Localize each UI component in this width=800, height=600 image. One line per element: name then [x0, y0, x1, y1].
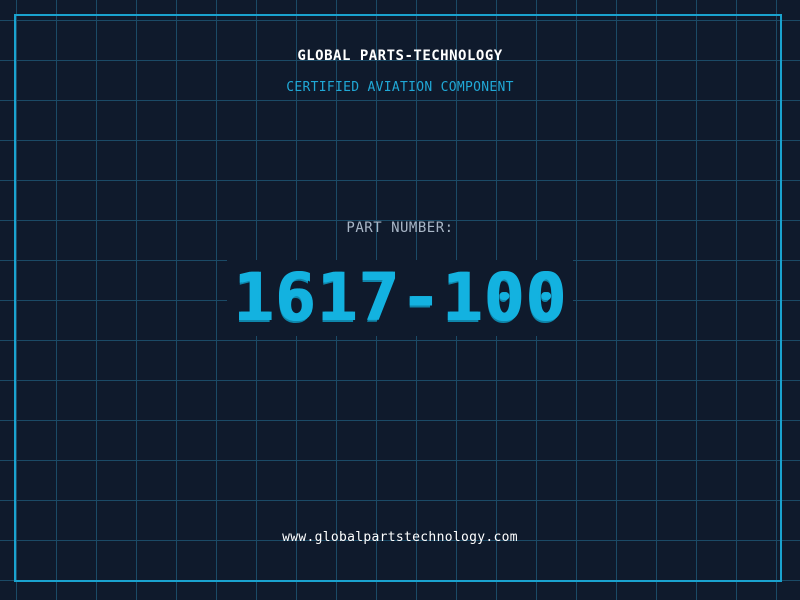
part-number-container: 1617-100 [0, 258, 800, 338]
part-label-card: GLOBAL PARTS-TECHNOLOGY CERTIFIED AVIATI… [0, 0, 800, 600]
website-link[interactable]: www.globalpartstechnology.com [0, 530, 800, 545]
brand-title: GLOBAL PARTS-TECHNOLOGY [297, 48, 503, 64]
part-number-value: 1617-100 [227, 260, 573, 336]
part-number-label: PART NUMBER: [346, 220, 454, 236]
brand-tagline: CERTIFIED AVIATION COMPONENT [286, 80, 514, 95]
